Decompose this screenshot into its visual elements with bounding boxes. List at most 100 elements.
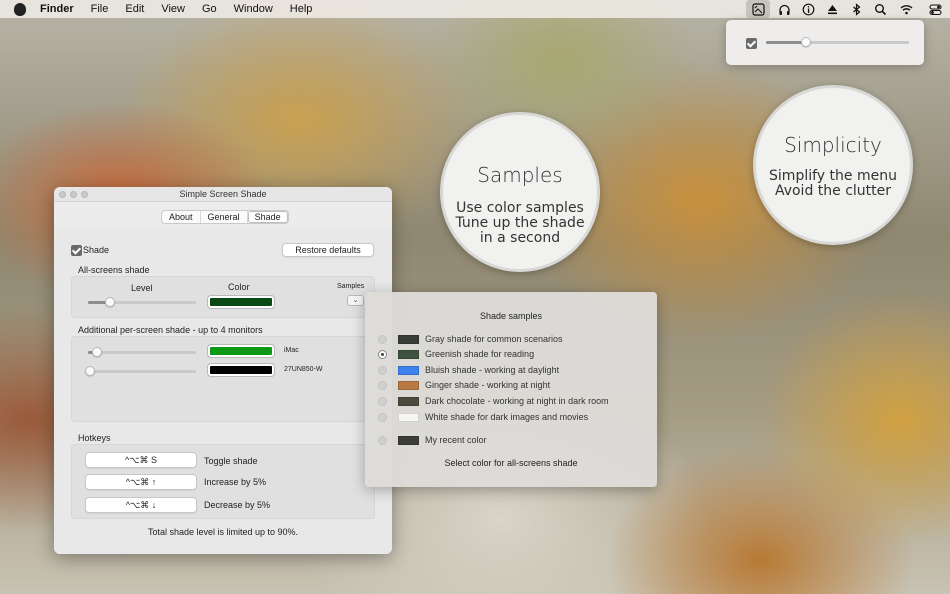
hotkey-decrease-field[interactable]: ^⌥⌘ ↓ — [85, 497, 197, 513]
search-icon[interactable] — [868, 0, 892, 18]
hotkey-toggle-field[interactable]: ^⌥⌘ S — [85, 452, 197, 468]
hotkeys-box: ^⌥⌘ S Toggle shade ^⌥⌘ ↑ Increase by 5% … — [71, 444, 375, 519]
sample-label: Ginger shade - working at night — [425, 380, 551, 390]
wifi-icon[interactable] — [892, 0, 920, 18]
shade-samples-panel: Shade samples Gray shade for common scen… — [365, 292, 657, 487]
shade-checkbox-label: Shade — [83, 245, 110, 255]
close-button[interactable] — [59, 191, 66, 198]
tab-shade[interactable]: Shade — [247, 211, 288, 223]
all-screens-level-slider[interactable] — [88, 297, 196, 307]
shade-checkbox[interactable] — [71, 245, 82, 256]
menu-view[interactable]: View — [161, 3, 185, 15]
sample-label: Dark chocolate - working at night in dar… — [425, 396, 609, 406]
recent-color-item[interactable]: My recent color — [378, 433, 487, 447]
sample-swatch — [398, 396, 419, 406]
sample-item[interactable]: Bluish shade - working at daylight — [378, 363, 559, 377]
bubble-line: Tune up the shade — [455, 215, 585, 231]
per-screen-heading: Additional per-screen shade - up to 4 mo… — [78, 325, 263, 335]
footer-note: Total shade level is limited up to 90%. — [147, 527, 299, 537]
bubble-line: Simplify the menu — [769, 168, 897, 184]
bubble-line: Use color samples — [456, 200, 584, 216]
all-screens-heading: All-screens shade — [78, 265, 150, 275]
slider-knob[interactable] — [92, 347, 102, 357]
menu-finder[interactable]: Finder — [40, 3, 74, 15]
bubble-title: Samples — [477, 163, 563, 187]
hotkey-toggle-label: Toggle shade — [204, 456, 258, 466]
sample-item[interactable]: Gray shade for common scenarios — [378, 332, 563, 346]
popover-level-slider[interactable] — [766, 37, 909, 47]
slider-knob[interactable] — [801, 37, 811, 47]
minimize-button[interactable] — [70, 191, 77, 198]
sample-item[interactable]: Dark chocolate - working at night in dar… — [378, 394, 609, 408]
sample-swatch — [398, 334, 419, 344]
apple-menu-icon[interactable] — [14, 2, 26, 16]
eject-icon[interactable] — [820, 0, 844, 18]
all-screens-box: Level Color Samples ⌄ — [71, 276, 375, 318]
sample-label: White shade for dark images and movies — [425, 412, 589, 422]
window-title: Simple Screen Shade — [179, 189, 267, 199]
menu-help[interactable]: Help — [290, 3, 313, 15]
monitor-level-slider[interactable] — [85, 366, 196, 376]
headphones-icon[interactable] — [772, 0, 796, 18]
hotkeys-heading: Hotkeys — [78, 433, 111, 443]
shade-app-icon[interactable] — [746, 0, 770, 18]
sample-swatch — [398, 349, 419, 359]
monitor-color-well[interactable] — [207, 363, 275, 377]
radio-button[interactable] — [378, 334, 387, 344]
sample-swatch — [398, 365, 419, 375]
radio-button[interactable] — [378, 412, 387, 422]
settings-window: Simple Screen Shade About General Shade … — [54, 187, 392, 554]
tab-bar: About General Shade — [161, 210, 289, 224]
menu-file[interactable]: File — [91, 3, 109, 15]
radio-button[interactable] — [378, 349, 387, 359]
popover-shade-checkbox[interactable] — [746, 38, 757, 49]
imac-level-slider[interactable] — [88, 347, 196, 357]
status-bar — [746, 0, 950, 18]
menu-go[interactable]: Go — [202, 3, 217, 15]
radio-button[interactable] — [378, 396, 387, 406]
radio-button[interactable] — [378, 380, 387, 390]
sample-item[interactable]: White shade for dark images and movies — [378, 410, 588, 424]
sample-label: Gray shade for common scenarios — [425, 334, 563, 344]
hotkey-decrease-label: Decrease by 5% — [204, 500, 271, 510]
bluetooth-icon[interactable] — [844, 0, 868, 18]
radio-button[interactable] — [378, 435, 387, 445]
chevron-down-icon: ⌄ — [352, 297, 359, 304]
restore-defaults-button[interactable]: Restore defaults — [282, 243, 374, 257]
samples-dropdown[interactable]: ⌄ — [347, 295, 364, 306]
sample-label: Bluish shade - working at daylight — [425, 365, 560, 375]
imac-color-well[interactable] — [207, 344, 275, 358]
all-screens-color-well[interactable] — [207, 295, 275, 309]
sample-item[interactable]: Greenish shade for reading — [378, 347, 534, 361]
screen-name: iMac — [284, 347, 299, 354]
control-center-icon[interactable] — [920, 0, 950, 18]
screen-name: 27UN850-W — [284, 366, 323, 373]
radio-button[interactable] — [378, 365, 387, 375]
hotkey-increase-label: Increase by 5% — [204, 477, 267, 487]
sample-label: My recent color — [425, 435, 487, 445]
tab-general[interactable]: General — [201, 211, 248, 223]
tab-about[interactable]: About — [162, 211, 201, 223]
hotkey-increase-field[interactable]: ^⌥⌘ ↑ — [85, 474, 197, 490]
per-screen-box: iMac 27UN850-W — [71, 336, 375, 422]
sample-item[interactable]: Ginger shade - working at night — [378, 378, 550, 392]
bubble-line: in a second — [479, 230, 561, 246]
slider-knob[interactable] — [105, 297, 115, 307]
sample-swatch — [398, 380, 419, 390]
window-titlebar: Simple Screen Shade — [54, 187, 392, 202]
menu-bar: Finder File Edit View Go Window Help — [0, 0, 950, 18]
menu-window[interactable]: Window — [234, 3, 273, 15]
samples-bubble: Samples Use color samples Tune up the sh… — [440, 112, 600, 272]
menu-edit[interactable]: Edit — [125, 3, 144, 15]
slider-knob[interactable] — [85, 366, 95, 376]
samples-label: Samples — [337, 283, 365, 290]
sample-swatch — [398, 435, 419, 445]
bubble-line: Avoid the clutter — [774, 183, 892, 199]
window-content: Shade Restore defaults All-screens shade… — [54, 228, 392, 554]
bubble-title: Simplicity — [784, 133, 882, 157]
zoom-button[interactable] — [81, 191, 88, 198]
samples-panel-title: Shade samples — [479, 311, 543, 321]
samples-panel-footer: Select color for all-screens shade — [444, 458, 578, 468]
info-icon[interactable] — [796, 0, 820, 18]
sample-swatch — [398, 412, 419, 422]
